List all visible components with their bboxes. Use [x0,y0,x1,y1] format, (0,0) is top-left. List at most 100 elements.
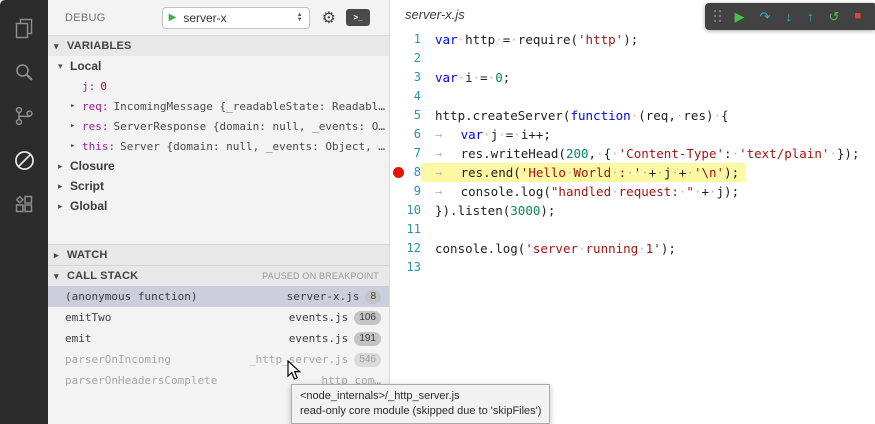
code-line[interactable]: }).listen(3000); [421,201,555,220]
code-line[interactable]: console.log('server·running·1'); [421,239,676,258]
scope-closure[interactable]: ▸Closure [48,156,389,176]
gutter-line: 7 [391,144,421,163]
activity-item-extensions[interactable] [0,182,48,226]
tab-whitespace-icon: → [435,125,461,144]
gutter-line: 11 [391,220,421,239]
step-over-button[interactable]: ↷ [760,10,771,23]
debug-console-icon[interactable]: >_ [346,9,370,26]
scope-label: Local [70,59,101,73]
stack-frame[interactable]: parserOnIncoming _http_server.js546 [48,349,389,370]
chevron-down-icon: ▾ [58,61,70,72]
editor-pane: server-x.js 12345678910111213 var·http·=… [391,0,875,424]
toolbar-drag-handle-icon[interactable] [714,10,722,23]
frame-file: events.js [289,332,349,345]
activity-item-search[interactable] [0,50,48,94]
activity-item-explorer[interactable] [0,6,48,50]
stack-frame[interactable]: (anonymous function)server-x.js8 [48,286,389,307]
variable-this[interactable]: ▸this: Server {domain: null, _events: Obj… [48,136,389,156]
continue-button[interactable]: ▶ [735,10,745,23]
code-line[interactable] [421,49,451,68]
chevron-right-icon: ▸ [70,141,82,151]
call-stack-section-header[interactable]: ▾ CALL STACK PAUSED ON BREAKPOINT [48,265,389,286]
variables-section-header[interactable]: ▾ VARIABLES [48,35,389,56]
line-number: 11 [407,222,421,236]
select-updown-arrows-icon: ▲▼ [297,13,303,23]
chevron-right-icon: ▸ [54,250,67,261]
call-stack-pane: ▾ CALL STACK PAUSED ON BREAKPOINT (anony… [48,265,389,391]
line-number: 13 [407,260,421,274]
variable-name: this: [82,140,115,153]
code-line[interactable]: http.createServer(function·(req,·res)·{ [421,106,729,125]
tooltip-module-path: <node_internals>/_http_server.js [300,389,541,404]
code-line[interactable]: →console.log("handled·request:·"·+·j); [421,182,739,201]
start-debugging-icon[interactable]: ▶ [169,13,177,23]
configure-gear-icon[interactable]: ⚙ [322,8,336,28]
scope-label: Global [70,199,107,213]
watch-section-label: WATCH [67,249,108,261]
chevron-down-icon: ▾ [54,271,67,282]
code-line[interactable]: var·http·=·require('http'); [421,30,638,49]
code-line[interactable] [421,258,451,277]
line-number: 12 [407,241,421,255]
frame-function: parserOnIncoming [65,353,171,366]
frame-function: emit [65,332,92,345]
line-number-badge: 191 [354,332,381,346]
watch-section-header[interactable]: ▸ WATCH [48,244,389,265]
gutter-line: 4 [391,87,421,106]
tab-whitespace-icon: → [435,182,461,201]
launch-config-select[interactable]: ▶ server-x ▲▼ [162,7,310,29]
search-icon [12,60,36,84]
gutter-line: 12 [391,239,421,258]
variable-value: Server {domain: null, _events: Object, … [120,140,385,153]
variable-name: j: [82,80,95,93]
restart-button[interactable]: ↺ [828,10,839,23]
code-line[interactable] [421,87,451,106]
editor-gutter: 12345678910111213 [391,30,421,277]
code-line[interactable] [421,220,451,239]
chevron-right-icon: ▸ [58,201,70,212]
chevron-down-icon: ▾ [54,41,67,52]
step-out-button[interactable]: ↑ [807,10,814,23]
tab-whitespace-icon: → [435,163,461,182]
callstack-tooltip: <node_internals>/_http_server.js read-on… [291,384,550,424]
code-line[interactable]: var·i·=·0; [421,68,510,87]
file-title[interactable]: server-x.js [405,7,465,22]
code-line[interactable]: →res.writeHead(200,·{·'Content-Type':·'t… [421,144,859,163]
activity-item-debug[interactable] [0,138,48,182]
twisty-spacer [70,81,82,91]
gutter-line: 3 [391,68,421,87]
debug-panel-header: DEBUG ▶ server-x ▲▼ ⚙ >_ [48,0,389,35]
stack-frame[interactable]: emit events.js 191 [48,328,389,349]
step-into-button[interactable]: ↓ [785,10,792,23]
activity-item-source-control[interactable] [0,94,48,138]
scope-script[interactable]: ▸Script [48,176,389,196]
stop-button[interactable]: ■ [854,11,861,22]
line-number: 8 [414,165,421,179]
scope-local[interactable]: ▾Local [48,56,389,76]
scope-label: Closure [70,159,115,173]
frame-file: events.js [289,311,349,324]
variable-j[interactable]: j:0 [48,76,389,96]
gutter-line: 6 [391,125,421,144]
frame-location: events.js106 [289,311,381,325]
code-line[interactable]: →var·j·=·i++; [421,125,551,144]
frame-file: server-x.js [287,290,360,303]
variables-tree: ▾Local j:0▸req:IncomingMessage {_readabl… [48,56,389,244]
line-number: 4 [414,89,421,103]
breakpoint-icon[interactable] [393,167,404,178]
debug-toolbar: ▶ ↷ ↓ ↑ ↺ ■ [705,3,875,30]
gutter-line: 5 [391,106,421,125]
variable-value: ServerResponse {domain: null, _events: O… [114,120,386,133]
line-number: 9 [414,184,421,198]
frame-location: _http_server.js546 [249,353,381,367]
stack-frame[interactable]: emitTwoevents.js106 [48,307,389,328]
debug-toolbar-buttons: ▶ ↷ ↓ ↑ ↺ ■ [735,10,861,23]
code-line[interactable]: →res.end('Hello·World·:·'·+·j·+·'\n'); [421,163,745,182]
scope-global[interactable]: ▸Global [48,196,389,216]
paused-on-breakpoint-status: PAUSED ON BREAKPOINT [262,271,379,281]
variable-res[interactable]: ▸res:ServerResponse {domain: null, _even… [48,116,389,136]
chevron-right-icon: ▸ [70,101,82,111]
chevron-right-icon: ▸ [58,161,70,172]
variable-req[interactable]: ▸req:IncomingMessage {_readableState: Re… [48,96,389,116]
code-area: 12345678910111213 var·http·=·require('ht… [391,30,875,277]
